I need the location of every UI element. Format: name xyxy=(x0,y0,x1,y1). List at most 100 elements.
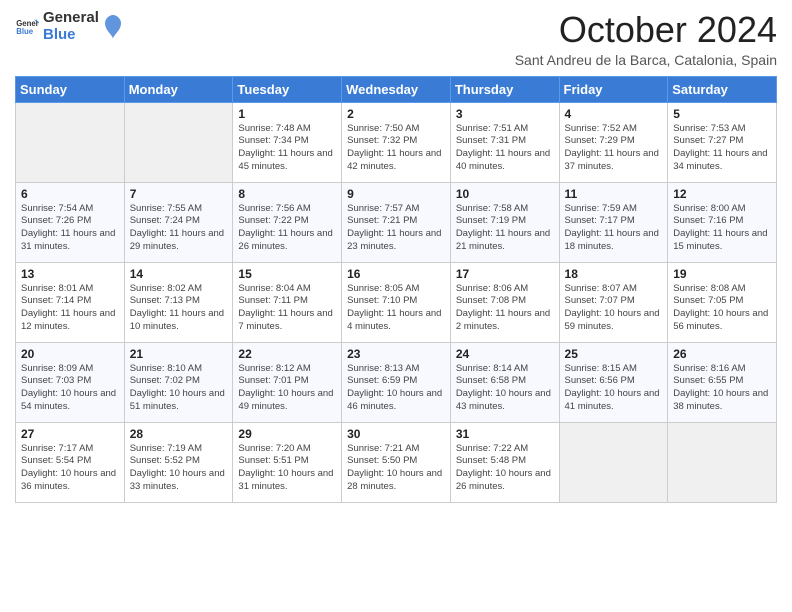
weekday-header-monday: Monday xyxy=(124,76,233,102)
day-number: 20 xyxy=(21,347,119,361)
calendar-cell xyxy=(668,422,777,502)
calendar-cell: 31 Sunrise: 7:22 AMSunset: 5:48 PMDayligh… xyxy=(450,422,559,502)
day-number: 23 xyxy=(347,347,445,361)
cell-content: Sunrise: 7:20 AMSunset: 5:51 PMDaylight:… xyxy=(238,443,336,494)
logo-general: General xyxy=(43,10,99,27)
day-number: 30 xyxy=(347,427,445,441)
cell-content: Sunrise: 8:16 AMSunset: 6:55 PMDaylight:… xyxy=(673,363,771,414)
cell-content: Sunrise: 8:09 AMSunset: 7:03 PMDaylight:… xyxy=(21,363,119,414)
calendar-cell: 5Sunrise: 7:53 AMSunset: 7:27 PMDaylight… xyxy=(668,102,777,182)
calendar-cell: 2 Sunrise: 7:50 AMSunset: 7:32 PMDaylight… xyxy=(342,102,451,182)
cell-content: Sunrise: 8:07 AMSunset: 7:07 PMDaylight:… xyxy=(565,283,663,334)
weekday-header-thursday: Thursday xyxy=(450,76,559,102)
calendar-week-row: 6 Sunrise: 7:54 AMSunset: 7:26 PMDaylight… xyxy=(16,182,777,262)
calendar-cell: 11 Sunrise: 7:59 AMSunset: 7:17 PMDayligh… xyxy=(559,182,668,262)
logo-icon: General Blue xyxy=(15,15,39,39)
day-number: 13 xyxy=(21,267,119,281)
day-number: 5 xyxy=(673,107,771,121)
day-number: 24 xyxy=(456,347,554,361)
calendar-cell: 28 Sunrise: 7:19 AMSunset: 5:52 PMDayligh… xyxy=(124,422,233,502)
cell-content: Sunrise: 7:50 AMSunset: 7:32 PMDaylight:… xyxy=(347,123,445,174)
logo-wave-icon xyxy=(103,13,123,41)
day-number: 9 xyxy=(347,187,445,201)
day-number: 3 xyxy=(456,107,554,121)
weekday-header-friday: Friday xyxy=(559,76,668,102)
calendar-cell: 27 Sunrise: 7:17 AMSunset: 5:54 PMDayligh… xyxy=(16,422,125,502)
calendar-cell: 8Sunrise: 7:56 AMSunset: 7:22 PMDaylight… xyxy=(233,182,342,262)
calendar-header-row: SundayMondayTuesdayWednesdayThursdayFrid… xyxy=(16,76,777,102)
logo-blue: Blue xyxy=(43,27,99,44)
calendar-cell: 24 Sunrise: 8:14 AMSunset: 6:58 PMDayligh… xyxy=(450,342,559,422)
day-number: 16 xyxy=(347,267,445,281)
calendar-cell: 7 Sunrise: 7:55 AMSunset: 7:24 PMDaylight… xyxy=(124,182,233,262)
calendar-cell: 3 Sunrise: 7:51 AMSunset: 7:31 PMDaylight… xyxy=(450,102,559,182)
logo-text-block: General Blue xyxy=(43,10,99,43)
day-number: 2 xyxy=(347,107,445,121)
calendar-cell: 18Sunrise: 8:07 AMSunset: 7:07 PMDayligh… xyxy=(559,262,668,342)
calendar-cell: 9 Sunrise: 7:57 AMSunset: 7:21 PMDaylight… xyxy=(342,182,451,262)
calendar-cell: 22Sunrise: 8:12 AMSunset: 7:01 PMDayligh… xyxy=(233,342,342,422)
cell-content: Sunrise: 8:01 AMSunset: 7:14 PMDaylight:… xyxy=(21,283,119,334)
calendar-cell: 19Sunrise: 8:08 AMSunset: 7:05 PMDayligh… xyxy=(668,262,777,342)
day-number: 7 xyxy=(130,187,228,201)
cell-content: Sunrise: 7:54 AMSunset: 7:26 PMDaylight:… xyxy=(21,203,119,254)
svg-text:Blue: Blue xyxy=(16,27,34,36)
cell-content: Sunrise: 8:00 AMSunset: 7:16 PMDaylight:… xyxy=(673,203,771,254)
cell-content: Sunrise: 7:48 AMSunset: 7:34 PMDaylight:… xyxy=(238,123,336,174)
calendar-cell: 17 Sunrise: 8:06 AMSunset: 7:08 PMDayligh… xyxy=(450,262,559,342)
calendar-week-row: 27 Sunrise: 7:17 AMSunset: 5:54 PMDayligh… xyxy=(16,422,777,502)
cell-content: Sunrise: 8:06 AMSunset: 7:08 PMDaylight:… xyxy=(456,283,554,334)
cell-content: Sunrise: 7:51 AMSunset: 7:31 PMDaylight:… xyxy=(456,123,554,174)
cell-content: Sunrise: 8:04 AMSunset: 7:11 PMDaylight:… xyxy=(238,283,336,334)
day-number: 31 xyxy=(456,427,554,441)
day-number: 27 xyxy=(21,427,119,441)
cell-content: Sunrise: 8:08 AMSunset: 7:05 PMDaylight:… xyxy=(673,283,771,334)
calendar-cell: 30Sunrise: 7:21 AMSunset: 5:50 PMDayligh… xyxy=(342,422,451,502)
calendar-cell: 1 Sunrise: 7:48 AMSunset: 7:34 PMDaylight… xyxy=(233,102,342,182)
cell-content: Sunrise: 7:19 AMSunset: 5:52 PMDaylight:… xyxy=(130,443,228,494)
cell-content: Sunrise: 7:57 AMSunset: 7:21 PMDaylight:… xyxy=(347,203,445,254)
day-number: 26 xyxy=(673,347,771,361)
calendar-cell xyxy=(559,422,668,502)
weekday-header-wednesday: Wednesday xyxy=(342,76,451,102)
calendar-cell: 29Sunrise: 7:20 AMSunset: 5:51 PMDayligh… xyxy=(233,422,342,502)
calendar-cell: 20 Sunrise: 8:09 AMSunset: 7:03 PMDayligh… xyxy=(16,342,125,422)
title-block: October 2024 Sant Andreu de la Barca, Ca… xyxy=(515,10,777,68)
cell-content: Sunrise: 7:22 AMSunset: 5:48 PMDaylight:… xyxy=(456,443,554,494)
cell-content: Sunrise: 8:13 AMSunset: 6:59 PMDaylight:… xyxy=(347,363,445,414)
calendar-cell: 4Sunrise: 7:52 AMSunset: 7:29 PMDaylight… xyxy=(559,102,668,182)
location-subtitle: Sant Andreu de la Barca, Catalonia, Spai… xyxy=(515,52,777,68)
calendar-cell: 16 Sunrise: 8:05 AMSunset: 7:10 PMDayligh… xyxy=(342,262,451,342)
day-number: 17 xyxy=(456,267,554,281)
cell-content: Sunrise: 8:14 AMSunset: 6:58 PMDaylight:… xyxy=(456,363,554,414)
cell-content: Sunrise: 7:17 AMSunset: 5:54 PMDaylight:… xyxy=(21,443,119,494)
calendar-cell: 21Sunrise: 8:10 AMSunset: 7:02 PMDayligh… xyxy=(124,342,233,422)
weekday-header-sunday: Sunday xyxy=(16,76,125,102)
day-number: 15 xyxy=(238,267,336,281)
day-number: 21 xyxy=(130,347,228,361)
calendar-cell: 10Sunrise: 7:58 AMSunset: 7:19 PMDayligh… xyxy=(450,182,559,262)
day-number: 12 xyxy=(673,187,771,201)
calendar-cell: 12 Sunrise: 8:00 AMSunset: 7:16 PMDayligh… xyxy=(668,182,777,262)
day-number: 14 xyxy=(130,267,228,281)
day-number: 6 xyxy=(21,187,119,201)
cell-content: Sunrise: 8:02 AMSunset: 7:13 PMDaylight:… xyxy=(130,283,228,334)
calendar-cell: 25Sunrise: 8:15 AMSunset: 6:56 PMDayligh… xyxy=(559,342,668,422)
cell-content: Sunrise: 7:55 AMSunset: 7:24 PMDaylight:… xyxy=(130,203,228,254)
calendar-cell: 15 Sunrise: 8:04 AMSunset: 7:11 PMDayligh… xyxy=(233,262,342,342)
logo: General Blue General Blue xyxy=(15,10,123,43)
cell-content: Sunrise: 7:58 AMSunset: 7:19 PMDaylight:… xyxy=(456,203,554,254)
cell-content: Sunrise: 8:15 AMSunset: 6:56 PMDaylight:… xyxy=(565,363,663,414)
cell-content: Sunrise: 7:59 AMSunset: 7:17 PMDaylight:… xyxy=(565,203,663,254)
calendar-week-row: 13 Sunrise: 8:01 AMSunset: 7:14 PMDayligh… xyxy=(16,262,777,342)
day-number: 22 xyxy=(238,347,336,361)
day-number: 11 xyxy=(565,187,663,201)
cell-content: Sunrise: 7:52 AMSunset: 7:29 PMDaylight:… xyxy=(565,123,663,174)
month-title: October 2024 xyxy=(515,10,777,50)
calendar-week-row: 20 Sunrise: 8:09 AMSunset: 7:03 PMDayligh… xyxy=(16,342,777,422)
calendar-cell: 26 Sunrise: 8:16 AMSunset: 6:55 PMDayligh… xyxy=(668,342,777,422)
day-number: 1 xyxy=(238,107,336,121)
calendar-week-row: 1 Sunrise: 7:48 AMSunset: 7:34 PMDaylight… xyxy=(16,102,777,182)
cell-content: Sunrise: 8:05 AMSunset: 7:10 PMDaylight:… xyxy=(347,283,445,334)
day-number: 28 xyxy=(130,427,228,441)
